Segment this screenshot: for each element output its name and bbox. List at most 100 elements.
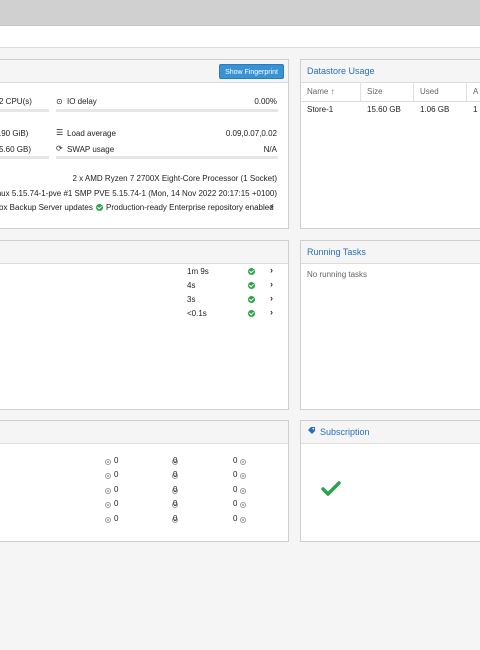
count-value[interactable]: 0	[233, 456, 237, 465]
load-average-icon: ☰	[56, 128, 64, 137]
column-available[interactable]: A	[467, 82, 480, 101]
sort-up-icon: ↑	[330, 87, 335, 96]
summary-row: 0 0 0	[0, 485, 288, 497]
running-tasks-title: Running Tasks	[307, 247, 366, 257]
swap-value: 5.60 GB)	[0, 145, 32, 154]
status-ok-icon	[248, 310, 255, 318]
count-icon	[240, 472, 247, 479]
count-value[interactable]: 0	[173, 514, 177, 523]
memory-value: .90 GiB)	[0, 129, 29, 138]
datastore-table-header: Name ↑ Size Used A	[301, 82, 480, 102]
list-item[interactable]: 1m 9s ›	[0, 264, 288, 278]
column-used[interactable]: Used	[414, 82, 467, 101]
count-icon	[240, 516, 247, 523]
datastore-title: Datastore Usage	[307, 66, 375, 76]
count-icon	[105, 516, 111, 523]
count-icon	[105, 501, 111, 508]
io-delay-icon: ⊙	[56, 97, 63, 106]
summary-row: 0 0 0	[0, 499, 288, 511]
io-delay-value: 0.00%	[254, 97, 277, 106]
count-icon	[105, 472, 111, 479]
summary-row: 0 0 0	[0, 470, 288, 482]
count-value[interactable]: 0	[114, 470, 118, 479]
task-summary-panel: 0 0 0 0 0 0 0 0 0 0 0 0 0 0 0	[0, 420, 289, 542]
swap-usage-bar	[56, 156, 278, 159]
summary-row: 0 0 0	[0, 456, 288, 468]
status-ok-icon	[248, 268, 255, 276]
list-item[interactable]: 3s ›	[0, 292, 288, 306]
task-duration: 1m 9s	[187, 267, 209, 276]
cpu-usage-bar	[0, 109, 49, 112]
count-icon	[240, 501, 247, 508]
count-icon	[105, 458, 111, 465]
load-average-value: 0.09,0.07,0.02	[225, 129, 277, 138]
datastore-available: 1	[473, 105, 478, 114]
chevron-right-icon[interactable]: ›	[270, 279, 273, 289]
count-value[interactable]: 0	[173, 470, 177, 479]
count-value[interactable]: 0	[233, 499, 237, 508]
checkmark-icon	[321, 481, 341, 499]
show-fingerprint-button[interactable]: Show Fingerprint	[219, 64, 284, 79]
updates-text: ox Backup Server updates	[0, 203, 93, 212]
kernel-version: Linux 5.15.74-1-pve #1 SMP PVE 5.15.74-1…	[0, 189, 277, 198]
no-running-tasks-text: No running tasks	[307, 270, 368, 279]
chevron-right-icon[interactable]: ›	[270, 293, 273, 303]
cpu-model: 2 x AMD Ryzen 7 2700X Eight-Core Process…	[72, 174, 277, 183]
subscription-title: Subscription	[320, 427, 370, 437]
io-delay-label: IO delay	[67, 97, 97, 106]
status-ok-icon	[248, 296, 255, 304]
datastore-name: Store-1	[307, 105, 334, 114]
count-value[interactable]: 0	[233, 514, 237, 523]
column-name[interactable]: Name ↑	[301, 82, 361, 101]
memory-usage-bar	[0, 156, 49, 159]
datastore-used: 1.06 GB	[420, 105, 450, 114]
table-row[interactable]: Store-1 15.60 GB 1.06 GB 1	[301, 102, 480, 118]
count-value[interactable]: 0	[114, 499, 118, 508]
load-average-label: Load average	[67, 129, 116, 138]
sub-toolbar	[0, 26, 480, 48]
task-duration: 4s	[187, 281, 196, 290]
swap-label: SWAP usage	[67, 145, 115, 154]
list-item[interactable]: <0.1s ›	[0, 306, 288, 320]
status-ok-icon	[248, 282, 255, 290]
list-item[interactable]: 4s ›	[0, 278, 288, 292]
count-value[interactable]: 0	[173, 499, 177, 508]
count-value[interactable]: 0	[233, 470, 237, 479]
count-icon	[240, 458, 247, 465]
count-value[interactable]: 0	[173, 485, 177, 494]
tasks-panel: 1m 9s › 4s › 3s › <0.1s ›	[0, 240, 289, 410]
subscription-header: Subscription	[301, 421, 480, 444]
datastore-usage-panel: Datastore Usage Name ↑ Size Used A Store…	[300, 59, 480, 229]
top-toolbar	[0, 0, 480, 26]
summary-row: 0 0 0	[0, 514, 288, 526]
check-circle-icon	[96, 204, 103, 212]
running-tasks-header: Running Tasks	[301, 241, 480, 264]
cpu-value: 2 CPU(s)	[0, 97, 32, 106]
count-value[interactable]: 0	[114, 514, 118, 523]
ticket-icon	[307, 426, 316, 435]
chevron-right-icon[interactable]: ›	[270, 201, 273, 211]
swap-icon: ⟳	[56, 144, 63, 153]
subscription-panel: Subscription	[300, 420, 480, 542]
column-size[interactable]: Size	[361, 82, 414, 101]
count-icon	[240, 487, 247, 494]
task-duration: 3s	[187, 295, 196, 304]
count-value[interactable]: 0	[233, 485, 237, 494]
count-value[interactable]: 0	[173, 456, 177, 465]
swap-usage-value: N/A	[263, 145, 277, 154]
status-panel-header: Show Fingerprint	[0, 60, 288, 83]
count-icon	[105, 487, 111, 494]
task-summary-header	[0, 421, 288, 444]
task-duration: <0.1s	[187, 309, 207, 318]
count-value[interactable]: 0	[114, 456, 118, 465]
datastore-size: 15.60 GB	[367, 105, 401, 114]
server-status-panel: Show Fingerprint 2 CPU(s) ⊙ IO delay 0.0…	[0, 59, 289, 229]
chevron-right-icon[interactable]: ›	[270, 265, 273, 275]
chevron-right-icon[interactable]: ›	[270, 307, 273, 317]
tasks-panel-header	[0, 241, 288, 264]
io-delay-bar	[56, 109, 278, 112]
datastore-panel-header: Datastore Usage	[301, 60, 480, 83]
count-value[interactable]: 0	[114, 485, 118, 494]
running-tasks-panel: Running Tasks No running tasks	[300, 240, 480, 410]
repository-status-link[interactable]: Production-ready Enterprise repository e…	[106, 203, 274, 212]
